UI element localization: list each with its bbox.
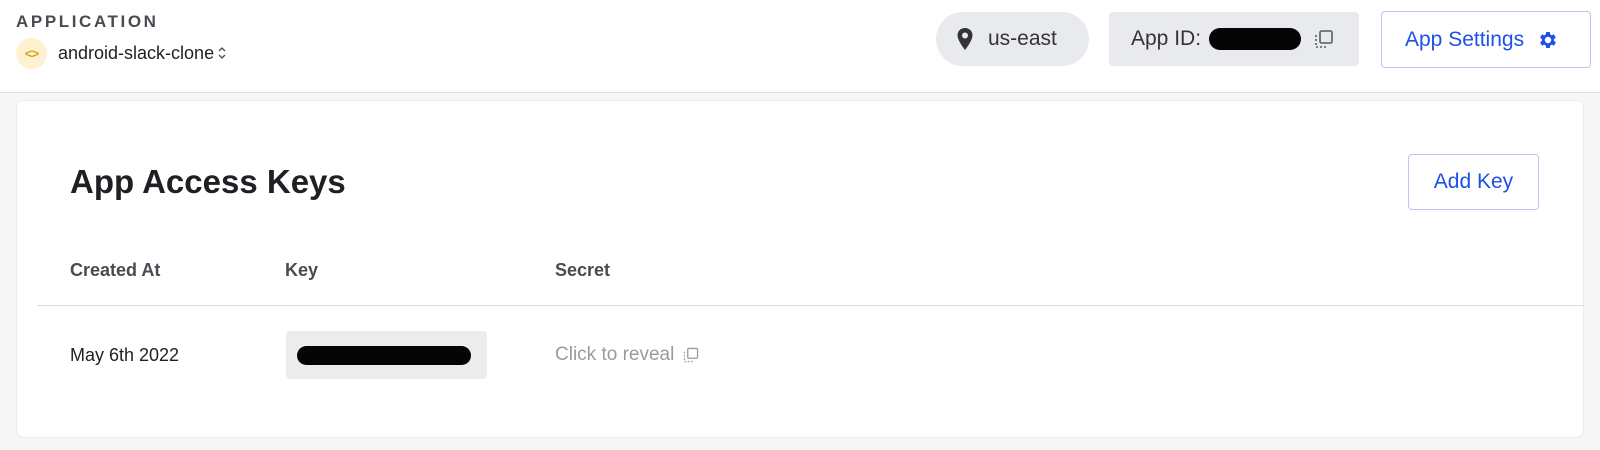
column-header-created-at: Created At xyxy=(70,260,161,280)
key-value: redacted xyxy=(297,345,471,365)
access-keys-card: App Access Keys Add Key Created At Key S… xyxy=(16,100,1585,438)
column-header-secret: Secret xyxy=(555,260,611,280)
section-label: APPLICATION xyxy=(16,12,159,31)
key-cell: redacted xyxy=(286,331,487,379)
copy-icon[interactable] xyxy=(1313,28,1335,50)
table-row: May 6th 2022 redacted Click to reveal xyxy=(17,331,1585,379)
copy-icon[interactable] xyxy=(682,346,700,364)
code-icon: <> xyxy=(16,37,47,69)
gear-icon xyxy=(1537,29,1559,51)
region-label: us-east xyxy=(988,27,1057,50)
column-header-key: Key xyxy=(285,260,319,280)
add-key-button[interactable]: Add Key xyxy=(1408,154,1539,210)
app-id-label: App ID: xyxy=(1131,27,1202,50)
app-settings-button[interactable]: App Settings xyxy=(1381,11,1591,68)
app-name: android-slack-clone xyxy=(58,42,215,63)
created-at-cell: May 6th 2022 xyxy=(70,345,180,365)
secret-reveal[interactable]: Click to reveal xyxy=(555,344,700,366)
table-divider xyxy=(37,305,1585,306)
app-id-value: redacted xyxy=(1209,28,1302,50)
app-selector[interactable]: <> android-slack-clone xyxy=(16,37,226,69)
page-title: App Access Keys xyxy=(70,163,346,200)
chevron-updown-icon xyxy=(218,46,226,60)
app-settings-label: App Settings xyxy=(1405,27,1525,51)
secret-reveal-label: Click to reveal xyxy=(555,344,675,365)
location-pin-icon xyxy=(956,27,974,51)
top-bar: APPLICATION <> android-slack-clone us-ea… xyxy=(0,0,1600,93)
region-pill[interactable]: us-east xyxy=(936,12,1089,66)
app-id-box: App ID: redacted xyxy=(1109,12,1359,66)
